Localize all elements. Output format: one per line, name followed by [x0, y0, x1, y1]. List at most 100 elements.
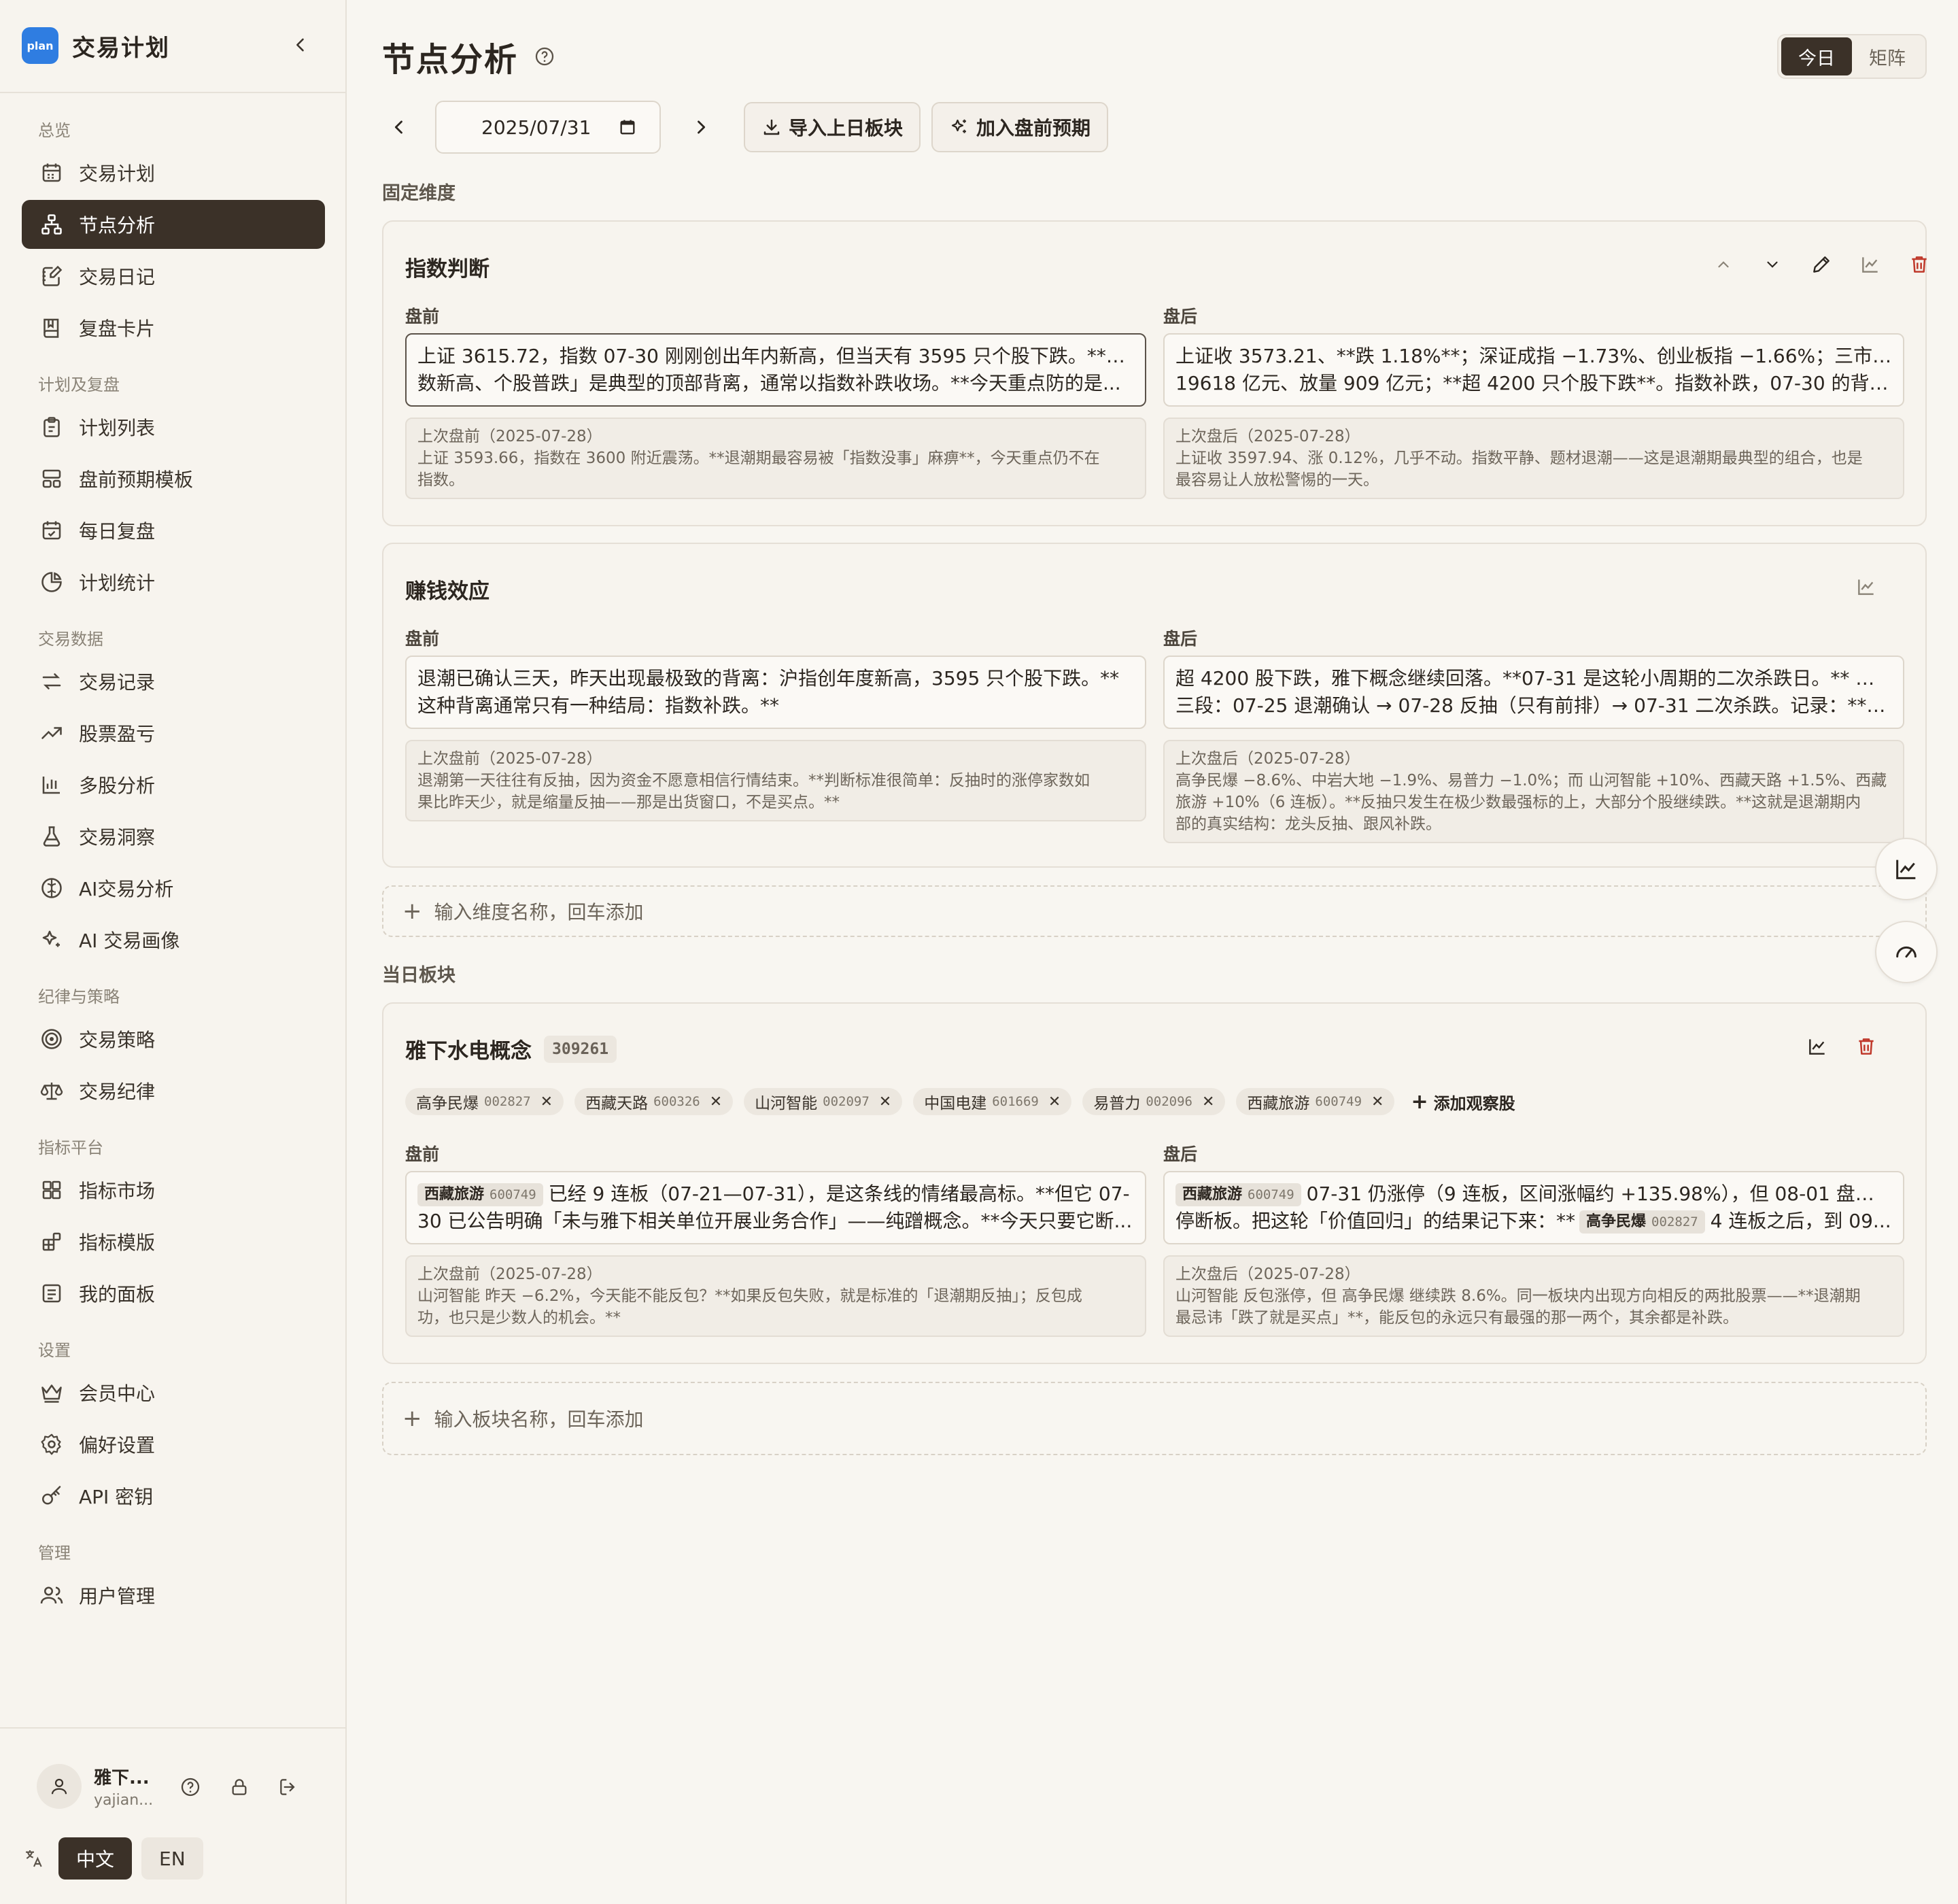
text-line: 停断板。把这轮「价值回归」的结果记下来：** 高争民爆 002827 4 连板之后，到…: [1175, 1208, 1892, 1235]
date-input[interactable]: 2025/07/31: [435, 101, 661, 154]
stock-tag-name: 西藏旅游: [424, 1186, 485, 1203]
plus-icon: +: [1411, 1089, 1428, 1114]
watch-stock-chip[interactable]: 中国电建 601669 ✕: [913, 1088, 1072, 1115]
sidebar-item[interactable]: 用户管理: [22, 1571, 325, 1620]
sidebar-item[interactable]: 多股分析: [22, 760, 325, 809]
move-down-button[interactable]: [1759, 252, 1785, 277]
watch-stock-chip[interactable]: 西藏天路 600326 ✕: [574, 1088, 734, 1115]
view-matrix-button[interactable]: 矩阵: [1852, 37, 1923, 75]
collapse-sidebar-button[interactable]: [286, 30, 315, 60]
help-button[interactable]: [175, 1772, 205, 1802]
sidebar-item[interactable]: 交易记录: [22, 657, 325, 706]
sidebar-item-label: AI 交易画像: [79, 930, 180, 952]
add-sector-input[interactable]: + 输入板块名称，回车添加: [382, 1382, 1927, 1455]
floating-chart-button[interactable]: [1875, 838, 1938, 900]
floating-gauge-button[interactable]: [1875, 921, 1938, 983]
remove-chip-icon[interactable]: ✕: [1048, 1093, 1061, 1110]
chart-button[interactable]: [1853, 574, 1879, 600]
stock-tag[interactable]: 西藏旅游 600749: [417, 1183, 543, 1206]
line-chart-icon: [1809, 1039, 1825, 1055]
calendar-icon[interactable]: [618, 118, 637, 137]
next-date-button[interactable]: [684, 110, 718, 144]
watch-stock-chip[interactable]: 山河智能 002097 ✕: [744, 1088, 903, 1115]
move-up-button[interactable]: [1711, 252, 1736, 277]
note-line: 上证 3593.66，指数在 3600 附近震荡。**退潮期最容易被「指数没事」…: [417, 449, 1100, 467]
panel-icon: [38, 1280, 65, 1307]
stock-tag[interactable]: 高争民爆 002827: [1579, 1210, 1705, 1234]
add-premarket-button[interactable]: 加入盘前预期: [931, 102, 1109, 152]
import-prev-sectors-button[interactable]: 导入上日板块: [744, 102, 921, 152]
sidebar-item-label: 计划列表: [79, 417, 156, 439]
postmarket-label: 盘后: [1163, 629, 1198, 649]
sidebar-item-label: 每日复盘: [79, 520, 156, 543]
sidebar-item[interactable]: 每日复盘: [22, 506, 325, 555]
page-help-icon[interactable]: [533, 45, 556, 68]
sidebar-item[interactable]: AI 交易画像: [22, 915, 325, 964]
view-today-button[interactable]: 今日: [1781, 37, 1852, 75]
postmarket-input[interactable]: 西藏旅游 600749 07-31 仍涨停（9 连板，区间涨幅约 +135.98%）…: [1163, 1171, 1904, 1244]
edit-button[interactable]: [1808, 252, 1834, 277]
sidebar-item[interactable]: 计划统计: [22, 558, 325, 607]
sidebar-item[interactable]: 计划列表: [22, 403, 325, 452]
sidebar-item[interactable]: 指标模版: [22, 1217, 325, 1266]
premarket-input[interactable]: 西藏旅游 600749 已经 9 连板（07-21—07-31），是这条线的情绪最高…: [405, 1171, 1146, 1244]
import-label: 导入上日板块: [789, 117, 904, 139]
chart-button[interactable]: [1804, 1034, 1830, 1059]
sidebar-item[interactable]: 交易洞察: [22, 812, 325, 861]
sidebar-item[interactable]: 交易计划: [22, 148, 325, 197]
previous-premarket-note: 上次盘前（2025-07-28） 退潮第一天往往有反抽，因为资金不愿意相信行情结…: [405, 740, 1146, 821]
text-line: 这种背离通常只有一种结局：指数补跌。**: [417, 694, 780, 717]
watch-stock-chip[interactable]: 高争民爆 002827 ✕: [405, 1088, 564, 1115]
premarket-input[interactable]: 上证 3615.72，指数 07-30 刚刚创出年内新高，但当天有 3595 只…: [405, 333, 1146, 407]
remove-chip-icon[interactable]: ✕: [710, 1093, 722, 1110]
note-heading: 上次盘后（2025-07-28）: [1175, 428, 1360, 445]
remove-chip-icon[interactable]: ✕: [1371, 1093, 1384, 1110]
lang-zh-button[interactable]: 中文: [58, 1837, 133, 1880]
sidebar-item[interactable]: 偏好设置: [22, 1420, 325, 1469]
remove-chip-icon[interactable]: ✕: [1202, 1093, 1214, 1110]
logout-button[interactable]: [273, 1772, 303, 1802]
remove-chip-icon[interactable]: ✕: [540, 1093, 553, 1110]
watch-stock-chip[interactable]: 易普力 002096 ✕: [1082, 1088, 1226, 1115]
pie-chart-icon: [38, 568, 65, 596]
watch-stock-chip[interactable]: 西藏旅游 600749 ✕: [1236, 1088, 1395, 1115]
delete-button[interactable]: [1906, 252, 1932, 277]
postmarket-input[interactable]: 超 4200 股下跌，雅下概念继续回落。**07-31 是这轮小周期的二次杀跌日…: [1163, 656, 1904, 729]
plus-icon: +: [402, 898, 422, 925]
sidebar-item[interactable]: 节点分析: [22, 200, 325, 249]
prev-date-button[interactable]: [382, 110, 416, 144]
user-profile[interactable]: 雅下... yajian...: [37, 1764, 153, 1809]
arrows-left-right-icon: [38, 668, 65, 695]
add-watch-stock-button[interactable]: + 添加观察股: [1411, 1090, 1515, 1114]
sidebar-divider: [0, 92, 347, 93]
premarket-input[interactable]: 退潮已确认三天，昨天出现最极致的背离：沪指创年度新高，3595 只个股下跌。**…: [405, 656, 1146, 729]
lock-button[interactable]: [224, 1772, 254, 1802]
sidebar-item[interactable]: 交易纪律: [22, 1066, 325, 1115]
sidebar-item[interactable]: 股票盈亏: [22, 709, 325, 758]
postmarket-column: 盘后 上证收 3573.21、**跌 1.18%**；深证成指 −1.73%、创…: [1163, 303, 1904, 499]
sidebar-item[interactable]: 交易日记: [22, 252, 325, 301]
note-line: 山河智能 反包涨停，但 高争民爆 继续跌 8.6%。同一板块内出现方向相反的两批…: [1175, 1287, 1861, 1305]
stock-tag[interactable]: 西藏旅游 600749: [1175, 1183, 1301, 1206]
sidebar-item[interactable]: API 密钥: [22, 1472, 325, 1520]
delete-button[interactable]: [1853, 1034, 1879, 1059]
plus-icon: +: [402, 1405, 422, 1432]
download-icon: [761, 117, 782, 137]
brain-icon: [38, 874, 65, 902]
sidebar-item[interactable]: 指标市场: [22, 1166, 325, 1214]
watch-stocks: 高争民爆 002827 ✕ 西藏天路 600326 ✕ 山河智能 002097 ✕ 中国电建 601…: [405, 1088, 1515, 1115]
add-premarket-label: 加入盘前预期: [976, 117, 1091, 139]
sidebar-item[interactable]: 我的面板: [22, 1269, 325, 1318]
today-sectors-heading: 当日板块: [382, 965, 456, 986]
sidebar-item[interactable]: 会员中心: [22, 1368, 325, 1417]
sidebar-item[interactable]: AI交易分析: [22, 864, 325, 913]
chart-button[interactable]: [1857, 252, 1883, 277]
sidebar-item[interactable]: 复盘卡片: [22, 303, 325, 352]
sidebar-item[interactable]: 盘前预期模板: [22, 454, 325, 503]
postmarket-input[interactable]: 上证收 3573.21、**跌 1.18%**；深证成指 −1.73%、创业板指…: [1163, 333, 1904, 407]
add-dimension-input[interactable]: + 输入维度名称，回车添加: [382, 885, 1927, 937]
remove-chip-icon[interactable]: ✕: [879, 1093, 891, 1110]
lang-en-button[interactable]: EN: [141, 1837, 203, 1880]
sidebar-item[interactable]: 交易策略: [22, 1015, 325, 1064]
logout-icon: [280, 1779, 295, 1795]
